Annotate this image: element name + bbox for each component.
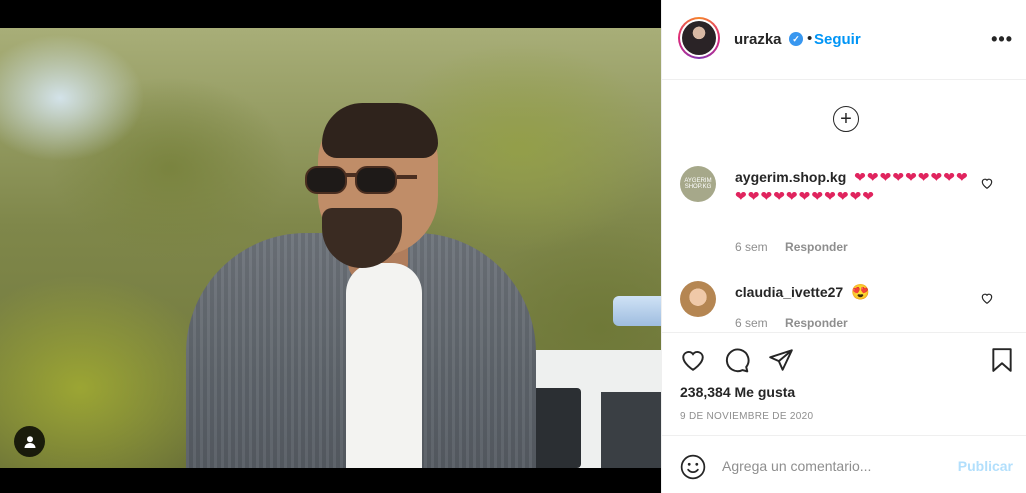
user-icon [24,435,35,448]
emoji-icon[interactable] [680,454,706,480]
avatar-image [682,21,716,55]
more-options-icon[interactable]: ••• [991,30,1013,48]
share-icon[interactable] [768,347,794,373]
tagged-users-button[interactable] [14,426,45,457]
vehicle [515,350,661,468]
follow-button[interactable]: Seguir [814,31,861,48]
comment-text: 😍 [851,284,870,301]
sunglasses [305,163,417,195]
author-username[interactable]: urazka [734,31,782,48]
post-photo-panel [0,0,661,493]
heart-icon[interactable] [680,347,706,373]
verified-badge-icon: ✓ [789,32,803,46]
comment-input[interactable] [722,453,947,479]
post-photo[interactable] [0,28,661,468]
police-light [613,296,661,326]
publish-button[interactable]: Publicar [958,458,1013,474]
person-shirt [346,263,422,468]
avatar[interactable] [678,17,720,59]
reply-button[interactable]: Responder [785,316,848,330]
post-date[interactable]: 9 DE NOVIEMBRE DE 2020 [680,411,813,422]
reply-button[interactable]: Responder [785,240,848,254]
comments-list[interactable]: + AYGERIM SHOP.KG aygerim.shop.kg ❤❤❤❤❤❤❤… [662,81,1026,331]
comment-username[interactable]: aygerim.shop.kg [735,169,846,185]
comment-like-heart-icon[interactable] [980,291,994,305]
add-circle-icon[interactable]: + [833,106,859,132]
likes-count[interactable]: 238,384 Me gusta [680,384,795,400]
comment-avatar[interactable]: AYGERIM SHOP.KG [680,166,716,202]
comment-username[interactable]: claudia_ivette27 [735,284,843,300]
separator-dot: • [807,30,813,47]
post-header: urazka ✓ • Seguir ••• [662,0,1026,80]
comment-composer: Publicar [662,435,1026,493]
comment-meta: 6 sem Responder [735,316,848,330]
comment-icon[interactable] [724,347,750,373]
person-hair [322,103,438,158]
comment-time[interactable]: 6 sem [735,316,768,330]
bookmark-icon[interactable] [989,347,1015,373]
comment-meta: 6 sem Responder [735,240,848,254]
comment-like-heart-icon[interactable] [980,176,994,190]
comment-avatar[interactable] [680,281,716,317]
post-side-panel: urazka ✓ • Seguir ••• + AYGERIM SHOP.KG a… [661,0,1026,493]
comment-time[interactable]: 6 sem [735,240,768,254]
post-actions: 238,384 Me gusta 9 DE NOVIEMBRE DE 2020 [662,332,1026,434]
